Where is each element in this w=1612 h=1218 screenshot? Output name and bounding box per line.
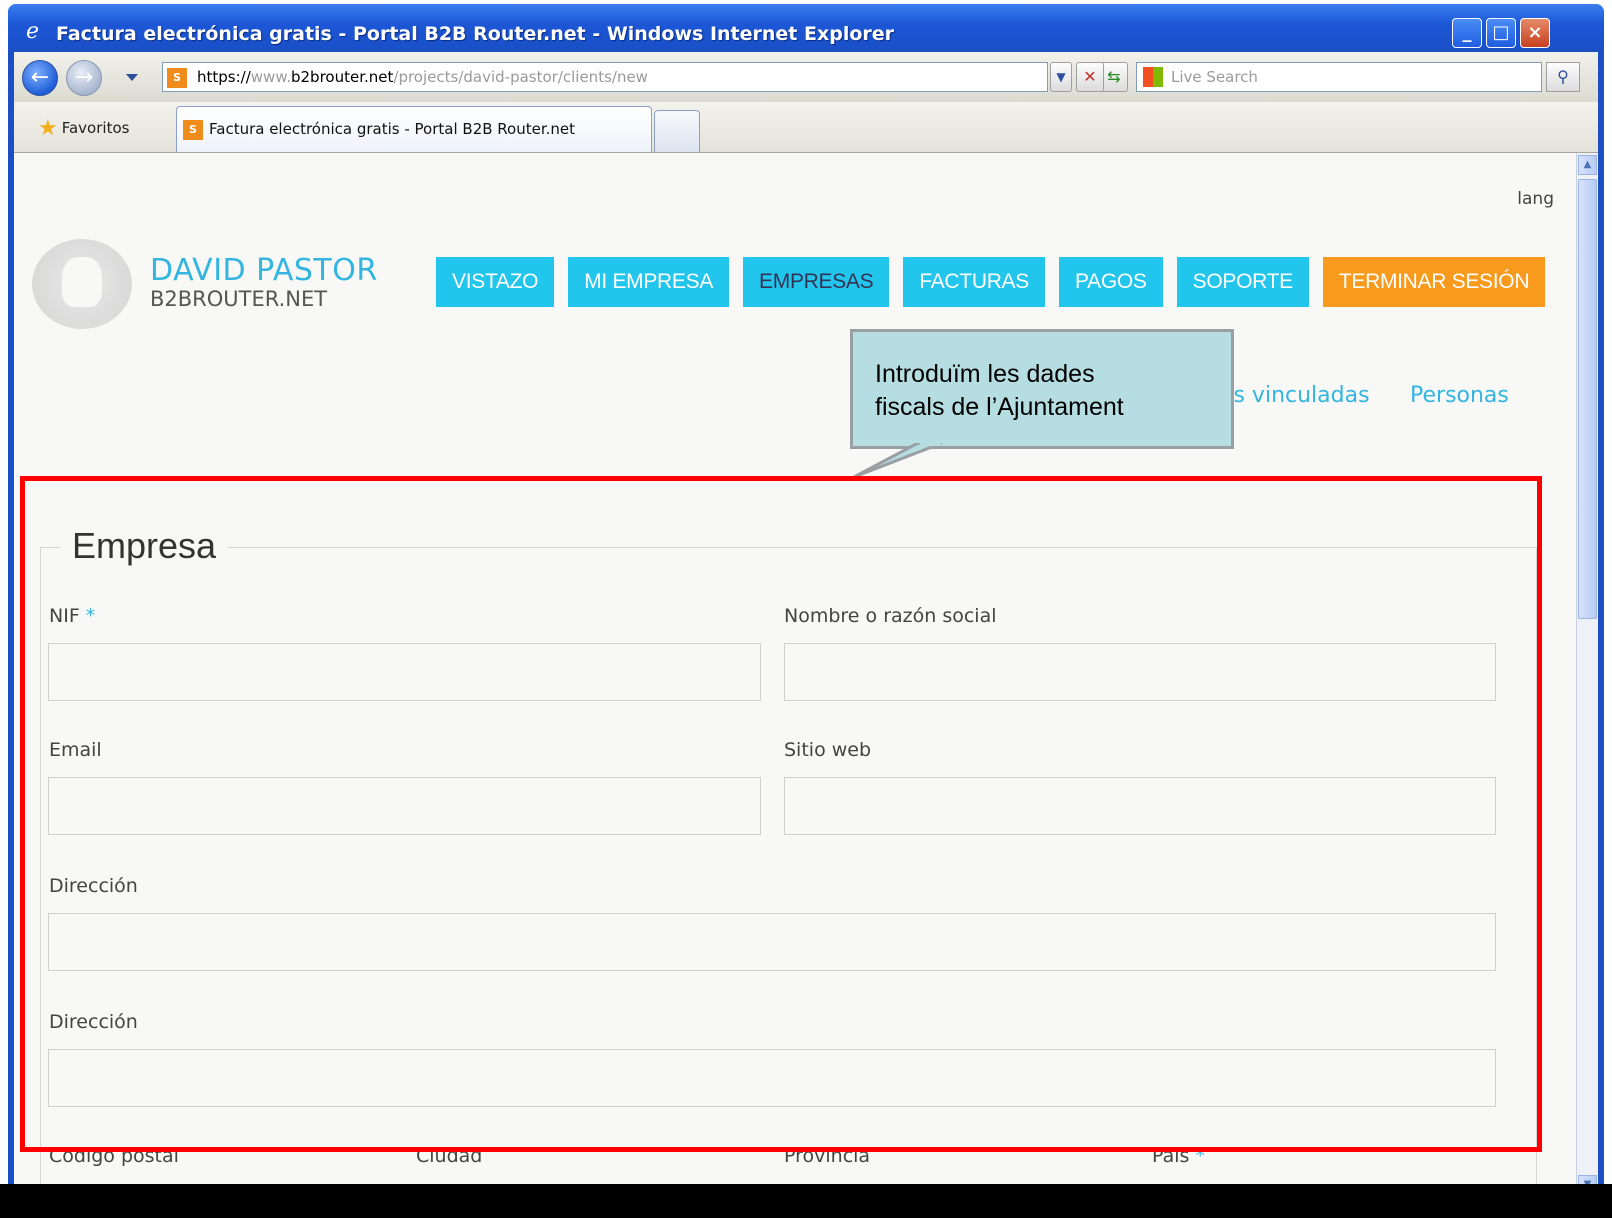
name-input[interactable] bbox=[784, 643, 1496, 701]
logout-button[interactable]: TERMINAR SESIÓN bbox=[1322, 257, 1546, 307]
city-label: Ciudad bbox=[416, 1145, 483, 1167]
address-host: b2brouter.net bbox=[290, 68, 394, 86]
live-search-icon bbox=[1143, 67, 1163, 87]
search-box[interactable]: Live Search bbox=[1136, 62, 1542, 92]
subnav-linked-companies[interactable]: as vinculadas bbox=[1220, 383, 1370, 408]
province-label: Provincia bbox=[784, 1145, 871, 1167]
brand-subtitle: B2BROUTER.NET bbox=[150, 287, 328, 311]
tab-favicon: S bbox=[183, 119, 203, 140]
company-legend: Empresa bbox=[60, 525, 229, 567]
address-bar[interactable]: Shttps://www.b2brouter.net/projects/davi… bbox=[162, 62, 1048, 92]
address2-input[interactable] bbox=[48, 1049, 1496, 1107]
required-mark: * bbox=[85, 605, 96, 627]
scrollbar-thumb[interactable] bbox=[1578, 179, 1597, 619]
vertical-scrollbar[interactable]: ▲ ▼ bbox=[1576, 153, 1598, 1198]
ie-icon: e bbox=[26, 19, 40, 44]
brand-name[interactable]: DAVID PASTOR bbox=[150, 253, 378, 288]
favorites-label: Favoritos bbox=[61, 119, 130, 137]
back-button[interactable]: ← bbox=[22, 60, 58, 96]
callout-tail bbox=[853, 443, 942, 479]
address1-label: Dirección bbox=[49, 875, 138, 897]
window-title: Factura electrónica gratis - Portal B2B … bbox=[56, 23, 895, 45]
postal-code-label: Código postal bbox=[49, 1145, 179, 1167]
site-favicon: S bbox=[167, 67, 187, 88]
favorites-button[interactable]: ★ Favoritos bbox=[38, 116, 129, 141]
history-dropdown-icon[interactable] bbox=[126, 74, 138, 81]
minimize-button[interactable]: _ bbox=[1452, 18, 1482, 48]
country-label-text: País bbox=[1152, 1145, 1190, 1167]
stop-icon[interactable]: ✕ bbox=[1076, 62, 1104, 92]
menu-mi-empresa[interactable]: MI EMPRESA bbox=[568, 257, 730, 307]
title-bar: e Factura electrónica gratis - Portal B2… bbox=[8, 4, 1604, 48]
bottom-strip bbox=[0, 1184, 1612, 1218]
website-input[interactable] bbox=[784, 777, 1496, 835]
address1-input[interactable] bbox=[48, 913, 1496, 971]
callout-line-2: fiscals de l’Ajuntament bbox=[875, 393, 1124, 421]
tab-title: Factura electrónica gratis - Portal B2B … bbox=[209, 120, 576, 138]
address-path: /projects/david-pastor/clients/new bbox=[393, 68, 648, 86]
search-go-icon[interactable]: ⚲ bbox=[1546, 62, 1580, 92]
browser-tab[interactable]: S Factura electrónica gratis - Portal B2B… bbox=[176, 106, 652, 152]
menu-facturas[interactable]: FACTURAS bbox=[903, 257, 1045, 307]
refresh-icon[interactable]: ⇆ bbox=[1100, 62, 1128, 92]
email-label: Email bbox=[49, 739, 102, 761]
menu-pagos[interactable]: PAGOS bbox=[1058, 257, 1163, 307]
language-selector[interactable]: lang bbox=[1517, 189, 1554, 209]
address-host-prefix: www. bbox=[250, 68, 291, 86]
brand-logo-icon bbox=[32, 239, 132, 329]
menu-vistazo[interactable]: VISTAZO bbox=[436, 257, 555, 307]
new-tab-button[interactable] bbox=[654, 110, 700, 152]
annotation-callout: Introduïm les dades fiscals de l’Ajuntam… bbox=[850, 329, 1234, 449]
menu-soporte[interactable]: SOPORTE bbox=[1176, 257, 1309, 307]
menu-empresas[interactable]: EMPRESAS bbox=[743, 257, 890, 307]
website-label: Sitio web bbox=[784, 739, 872, 761]
callout-line-1: Introduïm les dades bbox=[875, 360, 1095, 388]
main-menu: VISTAZO MI EMPRESA EMPRESAS FACTURAS PAG… bbox=[436, 257, 1546, 307]
country-label: País * bbox=[1152, 1145, 1205, 1167]
country-required-mark: * bbox=[1195, 1145, 1205, 1167]
close-button[interactable]: × bbox=[1520, 18, 1550, 48]
name-label: Nombre o razón social bbox=[784, 605, 997, 627]
navigation-bar: ← → Shttps://www.b2brouter.net/projects/… bbox=[14, 52, 1598, 102]
email-input[interactable] bbox=[48, 777, 761, 835]
address-protocol: https:// bbox=[197, 68, 251, 86]
nif-label: NIF * bbox=[49, 605, 95, 627]
nif-input[interactable] bbox=[48, 643, 761, 701]
address2-label: Dirección bbox=[49, 1011, 138, 1033]
maximize-button[interactable]: □ bbox=[1486, 18, 1516, 48]
subnav-people[interactable]: Personas bbox=[1410, 383, 1509, 408]
nif-label-text: NIF bbox=[49, 605, 80, 627]
star-icon: ★ bbox=[38, 116, 58, 141]
forward-button[interactable]: → bbox=[66, 60, 102, 96]
search-placeholder: Live Search bbox=[1171, 68, 1258, 86]
scroll-up-icon[interactable]: ▲ bbox=[1578, 155, 1597, 175]
favorites-bar: ★ Favoritos S Factura electrónica gratis -… bbox=[14, 102, 1598, 153]
address-dropdown-icon[interactable]: ▼ bbox=[1050, 62, 1072, 92]
page-content: lang DAVID PASTOR B2BROUTER.NET VISTAZO … bbox=[14, 153, 1576, 1198]
